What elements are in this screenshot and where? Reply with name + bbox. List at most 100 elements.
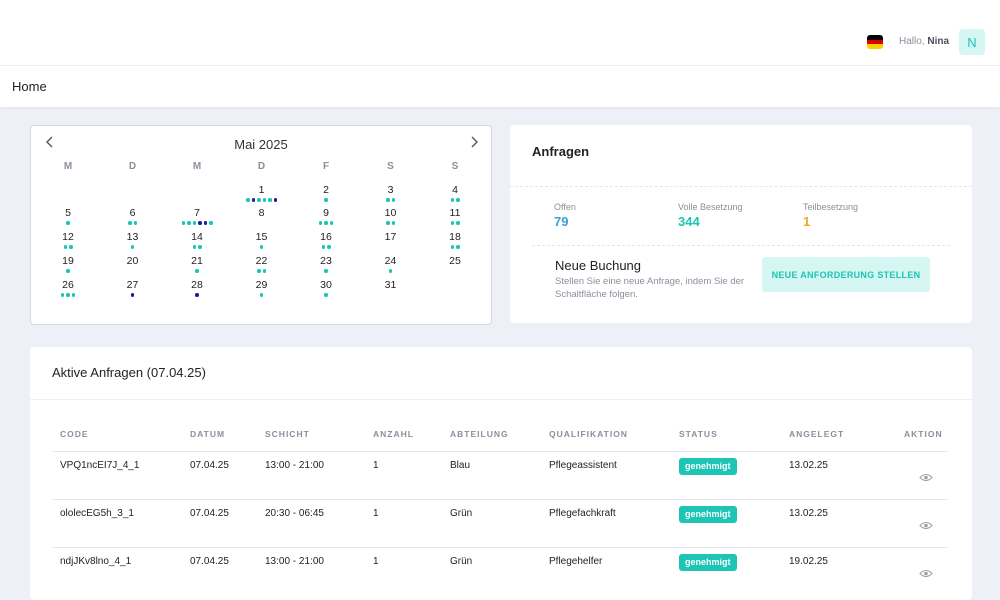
calendar-day[interactable]: 5 (36, 207, 100, 229)
eye-icon[interactable] (919, 517, 933, 529)
booking-dot (69, 245, 73, 249)
booking-dot (192, 245, 196, 249)
calendar-day[interactable]: 28 (165, 279, 229, 301)
column-header-date[interactable]: DATUM (190, 429, 225, 439)
column-header-department[interactable]: ABTEILUNG (450, 429, 509, 439)
calendar-day-number: 5 (65, 207, 71, 219)
cell-qualification: Pflegefachkraft (549, 508, 616, 519)
avatar[interactable]: N (959, 29, 985, 55)
calendar-day[interactable]: 3 (359, 184, 423, 206)
status-badge: genehmigt (679, 554, 737, 571)
table-row-divider (52, 451, 948, 452)
booking-dot (198, 221, 202, 225)
calendar-day[interactable]: 20 (101, 255, 165, 277)
booking-dot (388, 269, 393, 273)
booking-dot (391, 198, 395, 202)
calendar-day[interactable]: 1 (230, 184, 294, 206)
eye-icon[interactable] (919, 565, 933, 577)
booking-dot (321, 245, 325, 249)
booking-indicator-dots (294, 293, 358, 297)
calendar-day[interactable]: 15 (230, 231, 294, 253)
calendar-day[interactable]: 8 (230, 207, 294, 229)
calendar-day-number: 19 (62, 255, 74, 267)
stat-partial-label: Teilbesetzung (803, 202, 859, 212)
booking-indicator-dots (423, 198, 487, 202)
calendar-day[interactable]: 18 (423, 231, 487, 253)
calendar-day[interactable]: 12 (36, 231, 100, 253)
column-header-qualification[interactable]: QUALIFIKATION (549, 429, 628, 439)
column-header-created[interactable]: ANGELEGT (789, 429, 844, 439)
column-header-code[interactable]: CODE (60, 429, 89, 439)
calendar-day-number: 12 (62, 231, 74, 243)
booking-dot (192, 221, 196, 225)
booking-dot (246, 198, 250, 202)
calendar-day[interactable]: 7 (165, 207, 229, 229)
calendar-day[interactable]: 16 (294, 231, 358, 253)
calendar-day[interactable]: 22 (230, 255, 294, 277)
calendar-day[interactable]: 10 (359, 207, 423, 229)
booking-dot (63, 245, 67, 249)
weekday-label: S (387, 161, 394, 172)
booking-dot (456, 245, 460, 249)
chevron-right-icon[interactable] (469, 135, 479, 153)
column-header-count[interactable]: ANZAHL (373, 429, 414, 439)
calendar-day[interactable]: 9 (294, 207, 358, 229)
calendar-day-number: 13 (126, 231, 139, 243)
booking-indicator-dots (101, 293, 165, 297)
calendar-day[interactable]: 19 (36, 255, 100, 277)
eye-icon[interactable] (919, 469, 933, 481)
cell-department: Grün (450, 556, 473, 567)
calendar-day-number: 24 (384, 255, 397, 267)
new-request-button[interactable]: NEUE ANFORDERUNG STELLEN (762, 257, 930, 292)
booking-dot (391, 221, 395, 225)
calendar-day[interactable]: 4 (423, 184, 487, 206)
calendar-day-number: 15 (255, 231, 268, 243)
calendar-day[interactable]: 23 (294, 255, 358, 277)
calendar-day[interactable]: 26 (36, 279, 100, 301)
booking-indicator-dots (165, 245, 229, 249)
calendar-day-number: 17 (384, 231, 397, 243)
booking-dot (450, 245, 454, 249)
calendar-day-number: 11 (449, 207, 461, 219)
weekday-label: M (192, 161, 202, 172)
booking-indicator-dots (36, 245, 100, 249)
divider (510, 186, 972, 187)
cell-date: 07.04.25 (190, 508, 229, 519)
stat-full-value: 344 (678, 214, 700, 229)
booking-dot (203, 221, 207, 225)
calendar-day[interactable]: 29 (230, 279, 294, 301)
calendar-day[interactable]: 27 (101, 279, 165, 301)
booking-dot (257, 198, 261, 202)
booking-dot (318, 221, 323, 225)
calendar-day[interactable]: 6 (101, 207, 165, 229)
booking-dot (450, 221, 454, 225)
calendar-day[interactable]: 17 (359, 231, 423, 253)
booking-indicator-dots (230, 293, 294, 297)
calendar-day-number: 18 (449, 231, 461, 243)
booking-dot (259, 245, 264, 249)
calendar-day-number: 21 (191, 255, 203, 267)
calendar-day[interactable]: 30 (294, 279, 358, 301)
germany-flag-icon[interactable] (867, 35, 883, 49)
calendar-day[interactable]: 11 (423, 207, 487, 229)
calendar-day[interactable]: 31 (359, 279, 423, 301)
cell-shift: 13:00 - 21:00 (265, 460, 324, 471)
calendar-day[interactable]: 24 (359, 255, 423, 277)
calendar-day[interactable]: 13 (101, 231, 165, 253)
calendar-day[interactable]: 14 (165, 231, 229, 253)
calendar-day[interactable]: 21 (165, 255, 229, 277)
calendar-day[interactable]: 25 (423, 255, 487, 277)
calendar-day-number: 29 (255, 279, 268, 291)
booking-dot (60, 293, 65, 297)
table-row-divider (52, 547, 948, 548)
cell-created: 13.02.25 (789, 508, 828, 519)
column-header-status[interactable]: STATUS (679, 429, 718, 439)
cell-created: 19.02.25 (789, 556, 828, 567)
booking-dot (257, 269, 261, 273)
booking-dot (262, 269, 266, 273)
calendar-day[interactable]: 2 (294, 184, 358, 206)
stat-partial-value: 1 (803, 214, 811, 229)
booking-dot (181, 221, 185, 225)
booking-dot (198, 245, 202, 249)
column-header-shift[interactable]: SCHICHT (265, 429, 310, 439)
